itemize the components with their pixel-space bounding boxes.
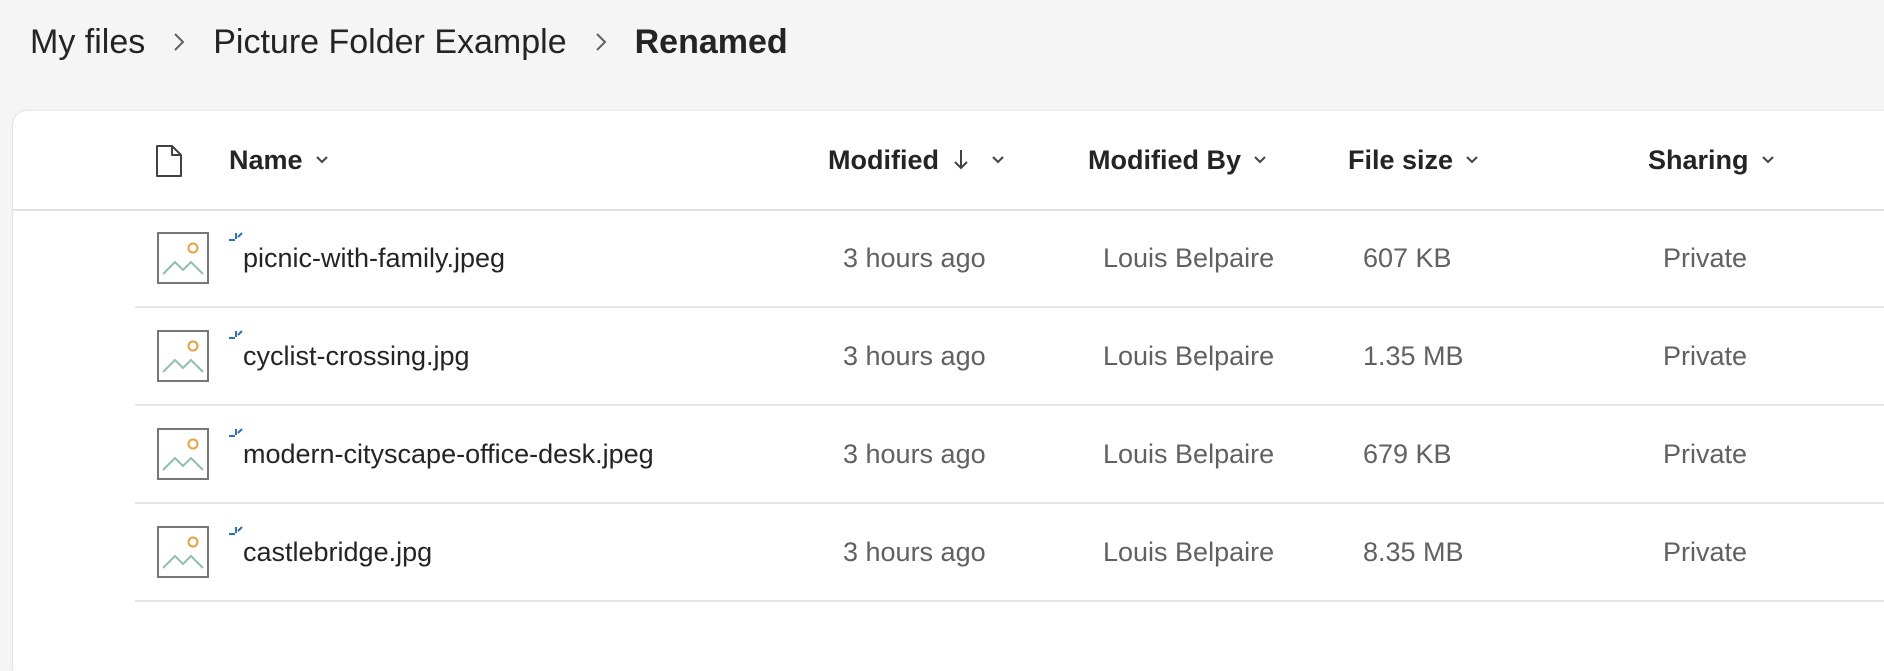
modified-cell: 3 hours ago: [843, 536, 986, 567]
image-file-icon: [157, 428, 209, 480]
table-row[interactable]: picnic-with-family.jpeg 3 hours ago Loui…: [135, 210, 1884, 308]
modified-cell: 3 hours ago: [843, 438, 986, 469]
column-header-file-size[interactable]: File size: [1348, 111, 1479, 209]
sharing-cell[interactable]: Private: [1663, 308, 1747, 404]
column-header-file-size-label: File size: [1348, 144, 1454, 175]
modified-cell: 3 hours ago: [843, 340, 986, 371]
modified-by-cell[interactable]: Louis Belpaire: [1103, 406, 1274, 502]
file-list-panel: Name Modified Modified By File size Shar…: [13, 111, 1884, 671]
column-header-modified[interactable]: Modified: [828, 111, 1005, 209]
file-size-cell: 607 KB: [1363, 242, 1452, 273]
chevron-down-icon: [315, 155, 329, 165]
column-header-sharing[interactable]: Sharing: [1648, 111, 1775, 209]
chevron-right-icon: [567, 22, 635, 62]
table-row[interactable]: modern-cityscape-office-desk.jpeg 3 hour…: [135, 406, 1884, 504]
column-header-sharing-label: Sharing: [1648, 144, 1749, 175]
column-header-name[interactable]: Name: [229, 111, 329, 209]
file-size-cell: 679 KB: [1363, 438, 1452, 469]
modified-cell: 3 hours ago: [843, 242, 986, 273]
breadcrumb-my-files[interactable]: My files: [30, 23, 145, 62]
file-size-cell: 1.35 MB: [1363, 340, 1464, 371]
table-row[interactable]: cyclist-crossing.jpg 3 hours ago Louis B…: [135, 308, 1884, 406]
chevron-down-icon: [991, 155, 1005, 165]
table-row[interactable]: castlebridge.jpg 3 hours ago Louis Belpa…: [135, 504, 1884, 602]
breadcrumb-picture-folder-example[interactable]: Picture Folder Example: [213, 23, 566, 62]
modified-by-cell[interactable]: Louis Belpaire: [1103, 308, 1274, 404]
column-header-name-label: Name: [229, 144, 303, 175]
column-header-modified-by[interactable]: Modified By: [1088, 111, 1267, 209]
chevron-down-icon: [1761, 155, 1775, 165]
file-size-cell: 8.35 MB: [1363, 536, 1464, 567]
file-name-link[interactable]: picnic-with-family.jpeg: [243, 210, 505, 306]
document-icon[interactable]: [155, 144, 183, 178]
breadcrumb: My files Picture Folder Example Renamed: [30, 18, 788, 66]
modified-by-cell[interactable]: Louis Belpaire: [1103, 504, 1274, 600]
breadcrumb-current-folder: Renamed: [634, 22, 788, 61]
image-file-icon: [157, 232, 209, 284]
file-name-link[interactable]: modern-cityscape-office-desk.jpeg: [243, 406, 654, 502]
sort-descending-arrow-icon: [953, 148, 969, 172]
sharing-cell[interactable]: Private: [1663, 210, 1747, 306]
modified-by-cell[interactable]: Louis Belpaire: [1103, 210, 1274, 306]
image-file-icon: [157, 526, 209, 578]
chevron-down-icon: [1465, 155, 1479, 165]
file-name-link[interactable]: cyclist-crossing.jpg: [243, 308, 470, 404]
column-header-row: Name Modified Modified By File size Shar…: [13, 111, 1884, 211]
column-header-modified-label: Modified: [828, 144, 939, 175]
chevron-down-icon: [1253, 155, 1267, 165]
sharing-cell[interactable]: Private: [1663, 504, 1747, 600]
image-file-icon: [157, 330, 209, 382]
chevron-right-icon: [145, 22, 213, 62]
column-header-modified-by-label: Modified By: [1088, 144, 1241, 175]
sharing-cell[interactable]: Private: [1663, 406, 1747, 502]
file-name-link[interactable]: castlebridge.jpg: [243, 504, 432, 600]
